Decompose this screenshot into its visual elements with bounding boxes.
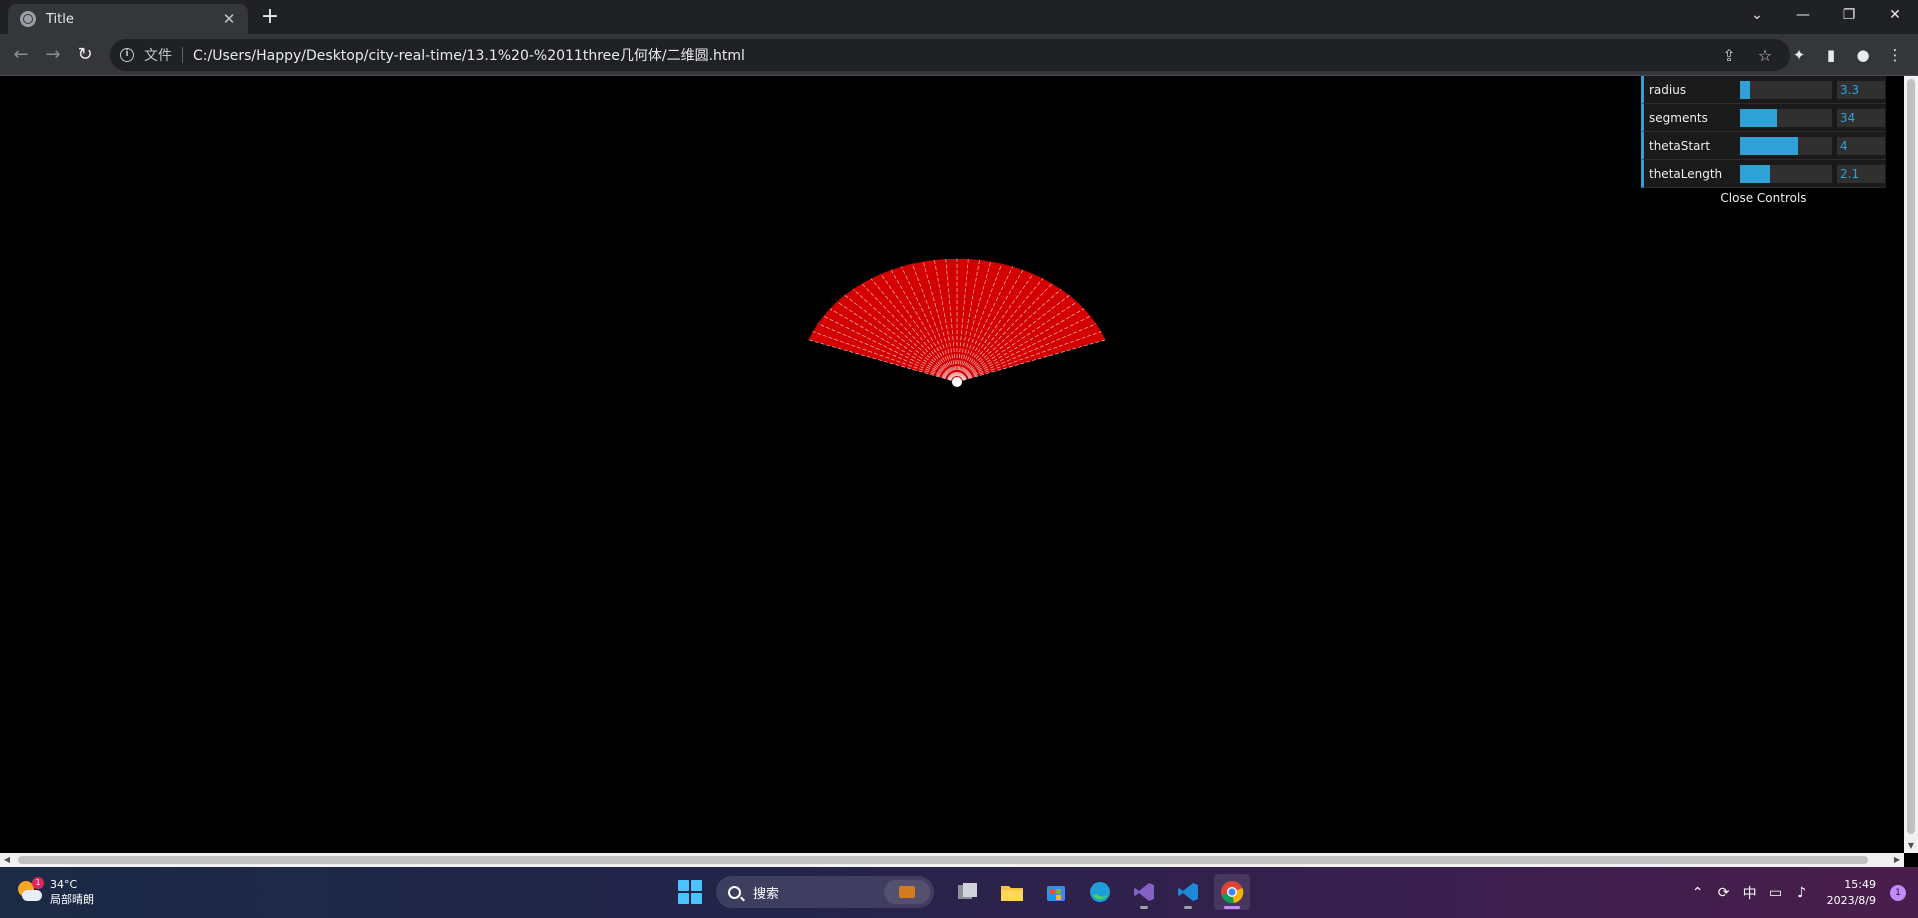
scheme-label: 文件: [144, 48, 172, 64]
page-viewport: radius 3.3 segments 34 thetaStart 4 thet…: [0, 76, 1918, 853]
active-indicator: [1224, 906, 1240, 909]
fan-center: [952, 377, 962, 387]
segments-slider[interactable]: [1740, 109, 1832, 127]
control-segments[interactable]: segments 34: [1641, 104, 1886, 132]
new-tab-button[interactable]: +: [258, 6, 282, 30]
forward-button[interactable]: →: [40, 42, 66, 68]
scroll-left-arrow-icon[interactable]: ◀: [0, 853, 14, 867]
search-label: 搜索: [753, 886, 780, 902]
control-label: thetaStart: [1649, 138, 1711, 153]
windows-taskbar: 1 34°C 局部晴朗 搜索 ⌃ ⟳ 中 ▭ ♪ 15:49 2023/8/9 …: [0, 867, 1918, 918]
url-separator: [182, 47, 183, 63]
share-icon[interactable]: ⇪: [1720, 46, 1738, 65]
file-explorer-icon[interactable]: [994, 874, 1030, 910]
dat-gui-panel: radius 3.3 segments 34 thetaStart 4 thet…: [1641, 76, 1886, 208]
tab-search-icon[interactable]: ⌄: [1734, 0, 1780, 30]
ime-indicator[interactable]: 中: [1737, 883, 1763, 903]
slider-fill: [1740, 137, 1798, 155]
volume-icon[interactable]: ♪: [1789, 885, 1815, 901]
control-label: thetaLength: [1649, 166, 1723, 181]
taskbar-apps: 搜索: [678, 874, 1254, 910]
network-icon[interactable]: ▭: [1763, 885, 1789, 901]
taskbar-search[interactable]: 搜索: [716, 876, 934, 908]
slider-fill: [1740, 109, 1777, 127]
globe-icon: [20, 11, 36, 27]
theta-length-input[interactable]: 2.1: [1837, 165, 1885, 183]
running-indicator: [1184, 906, 1192, 909]
address-bar[interactable]: i 文件 C:/Users/Happy/Desktop/city-real-ti…: [110, 39, 1790, 71]
control-label: segments: [1649, 110, 1708, 125]
restore-button[interactable]: ❐: [1826, 0, 1872, 30]
theta-start-input[interactable]: 4: [1837, 137, 1885, 155]
webgl-canvas[interactable]: [0, 76, 1904, 853]
close-window-button[interactable]: ✕: [1872, 0, 1918, 30]
clock-time: 15:49: [1844, 877, 1876, 891]
browser-toolbar: ← → ↻ i 文件 C:/Users/Happy/Desktop/city-r…: [0, 34, 1918, 76]
profile-icon[interactable]: ●: [1854, 46, 1872, 64]
weather-text: 34°C 局部晴朗: [50, 877, 94, 907]
segments-input[interactable]: 34: [1837, 109, 1885, 127]
weather-description: 局部晴朗: [50, 893, 94, 906]
bookmark-star-icon[interactable]: ☆: [1756, 46, 1774, 65]
tab-strip: Title ✕ + ⌄ — ❐ ✕: [0, 0, 1918, 34]
slider-fill: [1740, 81, 1751, 99]
vertical-scrollbar[interactable]: ▼: [1904, 76, 1918, 853]
circle-geometry-mesh: [808, 258, 1106, 387]
extensions-icon[interactable]: ✦: [1790, 46, 1808, 64]
slider-fill: [1740, 165, 1771, 183]
control-radius[interactable]: radius 3.3: [1641, 76, 1886, 104]
sync-icon[interactable]: ⟳: [1711, 885, 1737, 901]
minimize-button[interactable]: —: [1780, 0, 1826, 30]
partly-sunny-icon: 1: [16, 877, 44, 905]
side-panel-icon[interactable]: ▮: [1822, 46, 1840, 64]
control-theta-length[interactable]: thetaLength 2.1: [1641, 160, 1886, 188]
scroll-down-arrow-icon[interactable]: ▼: [1904, 839, 1918, 853]
back-button[interactable]: ←: [8, 42, 34, 68]
theta-length-slider[interactable]: [1740, 165, 1832, 183]
weather-temperature: 34°C: [50, 878, 78, 891]
edge-browser-icon[interactable]: [1082, 874, 1118, 910]
radius-input[interactable]: 3.3: [1837, 81, 1885, 99]
vertical-scroll-thumb[interactable]: [1907, 79, 1915, 834]
task-view-icon[interactable]: [950, 874, 986, 910]
visual-studio-icon[interactable]: [1126, 874, 1162, 910]
notification-badge[interactable]: 1: [1890, 884, 1906, 901]
chrome-icon[interactable]: [1214, 874, 1250, 910]
windows-start-icon[interactable]: [678, 880, 702, 904]
reload-button[interactable]: ↻: [72, 42, 98, 68]
url-text[interactable]: C:/Users/Happy/Desktop/city-real-time/13…: [193, 45, 745, 65]
search-icon: [728, 885, 741, 899]
radius-slider[interactable]: [1740, 81, 1832, 99]
horizontal-scrollbar[interactable]: ◀ ▶: [0, 853, 1904, 867]
search-highlight-icon[interactable]: [884, 880, 930, 904]
control-label: radius: [1649, 82, 1687, 97]
control-theta-start[interactable]: thetaStart 4: [1641, 132, 1886, 160]
tab-label: Title: [46, 11, 74, 27]
running-indicator: [1140, 906, 1148, 909]
weather-badge: 1: [32, 877, 44, 889]
theta-start-slider[interactable]: [1740, 137, 1832, 155]
tab-title-page[interactable]: Title ✕: [8, 4, 248, 34]
clock[interactable]: 15:49 2023/8/9: [1827, 877, 1876, 909]
browser-window: Title ✕ + ⌄ — ❐ ✕ ← → ↻ i 文件 C:/Users/Ha…: [0, 0, 1918, 918]
vscode-icon[interactable]: [1170, 874, 1206, 910]
system-tray: ⌃ ⟳ 中 ▭ ♪ 15:49 2023/8/9 1: [1685, 867, 1918, 918]
clock-date: 2023/8/9: [1826, 893, 1876, 907]
menu-kebab-icon[interactable]: ⋮: [1886, 46, 1904, 64]
chevron-up-icon[interactable]: ⌃: [1685, 885, 1711, 901]
scroll-right-arrow-icon[interactable]: ▶: [1890, 853, 1904, 867]
tab-close-icon[interactable]: ✕: [220, 10, 238, 28]
close-controls-button[interactable]: Close Controls: [1641, 188, 1886, 208]
microsoft-store-icon[interactable]: [1038, 874, 1074, 910]
omnibox-actions: ⇪ ☆: [1720, 39, 1774, 71]
weather-widget[interactable]: 1 34°C 局部晴朗: [16, 877, 94, 907]
horizontal-scroll-thumb[interactable]: [18, 856, 1868, 864]
info-icon[interactable]: i: [120, 48, 134, 62]
